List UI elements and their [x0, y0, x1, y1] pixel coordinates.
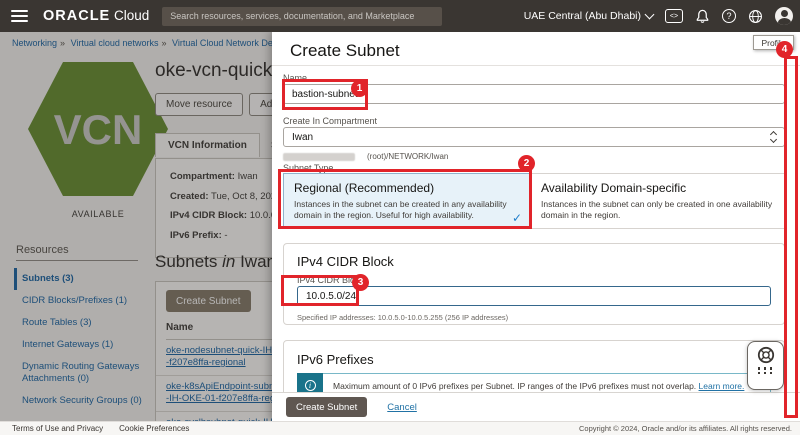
- learn-more-link[interactable]: Learn more.: [699, 381, 745, 391]
- help-icon[interactable]: ?: [722, 9, 736, 23]
- annotation-step-1: 1: [351, 80, 368, 97]
- global-footer: Terms of Use and Privacy Cookie Preferen…: [0, 421, 800, 435]
- top-navigation-bar: ORACLE Cloud UAE Central (Abu Dhabi) <> …: [0, 0, 800, 32]
- ipv4-group-heading: IPv4 CIDR Block: [297, 254, 394, 269]
- redacted-tenancy-text: [283, 153, 355, 161]
- annotation-box-step4: [784, 56, 798, 418]
- cookie-preferences-link[interactable]: Cookie Preferences: [119, 424, 189, 433]
- oracle-cloud-logo[interactable]: ORACLE Cloud: [43, 8, 149, 24]
- ipv4-cidr-input[interactable]: [297, 286, 771, 306]
- create-subnet-submit-button[interactable]: Create Subnet: [286, 397, 367, 417]
- global-search-input[interactable]: [162, 7, 442, 26]
- panel-action-bar: Create Subnet Cancel: [272, 392, 800, 421]
- language-globe-icon[interactable]: [748, 9, 763, 24]
- annotation-box-step3: [281, 275, 359, 306]
- ad-card-desc: Instances in the subnet can only be crea…: [541, 199, 774, 220]
- profile-avatar[interactable]: [775, 7, 793, 25]
- compartment-select[interactable]: Iwan: [283, 127, 785, 147]
- topbar-right-group: UAE Central (Abu Dhabi) <> ?: [524, 7, 800, 25]
- panel-title: Create Subnet: [290, 41, 400, 61]
- ad-card-title: Availability Domain-specific: [541, 181, 774, 195]
- region-label: UAE Central (Abu Dhabi): [524, 10, 641, 22]
- oracle-cloud-console: ORACLE Cloud UAE Central (Abu Dhabi) <> …: [0, 0, 800, 435]
- support-floating-widget[interactable]: [747, 341, 784, 390]
- compartment-field-label: Create In Compartment: [283, 116, 377, 126]
- notifications-bell-icon[interactable]: [695, 9, 710, 24]
- select-updown-chevron-icon: [771, 132, 776, 142]
- compartment-select-value: Iwan: [292, 132, 313, 143]
- ipv6-group-heading: IPv6 Prefixes: [297, 352, 374, 367]
- subnet-type-ad-card[interactable]: Availability Domain-specific Instances i…: [530, 173, 785, 229]
- drag-handle-dots-icon[interactable]: [758, 367, 774, 374]
- annotation-step-2: 2: [518, 155, 535, 172]
- ipv6-info-text: Maximum amount of 0 IPv6 prefixes per Su…: [323, 381, 744, 391]
- ipv4-helper-text: Specified IP addresses: 10.0.5.0-10.0.5.…: [297, 313, 508, 322]
- cloud-shell-icon[interactable]: <>: [665, 9, 683, 23]
- copyright-text: Copyright © 2024, Oracle and/or its affi…: [579, 424, 792, 433]
- cancel-link[interactable]: Cancel: [387, 402, 417, 413]
- terms-link[interactable]: Terms of Use and Privacy: [12, 424, 103, 433]
- annotation-box-step2: [278, 169, 532, 229]
- panel-header-divider: [272, 65, 800, 66]
- annotation-step-3: 3: [352, 274, 369, 291]
- annotation-step-4: 4: [776, 41, 793, 58]
- lifebuoy-help-icon: [757, 346, 775, 364]
- compartment-path: (root)/NETWORK/Iwan: [367, 152, 448, 161]
- hamburger-menu-icon[interactable]: [11, 10, 28, 22]
- chevron-down-icon: [645, 10, 655, 20]
- region-selector[interactable]: UAE Central (Abu Dhabi): [524, 10, 653, 22]
